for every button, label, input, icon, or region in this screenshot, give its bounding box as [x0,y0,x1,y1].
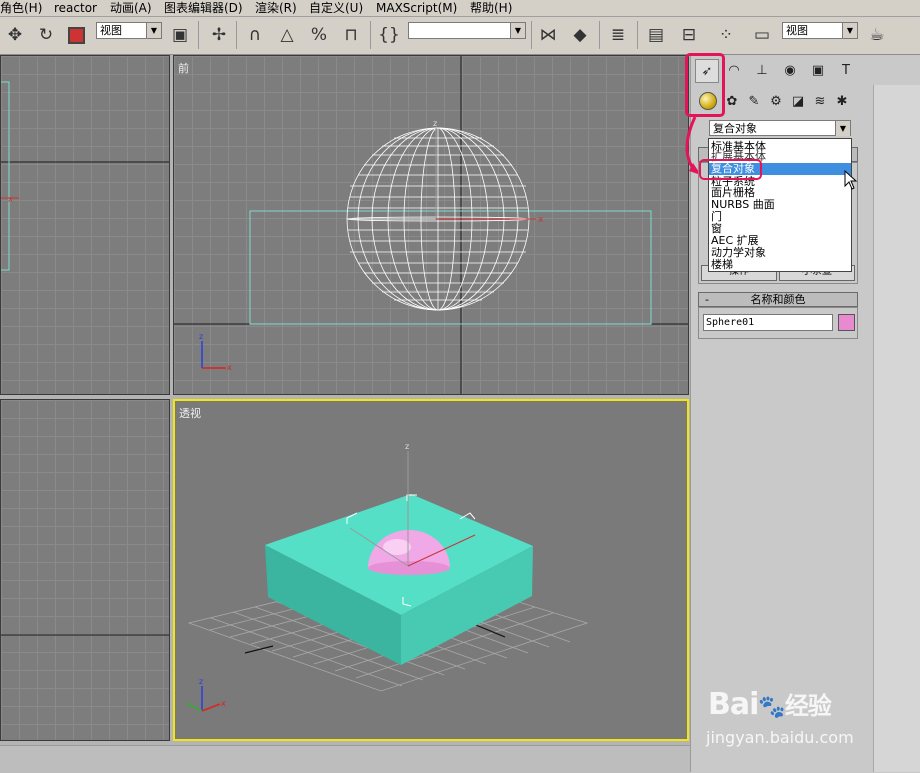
svg-text:×: × [7,195,14,204]
viewport-left[interactable] [0,399,170,741]
left-viewport-graphics [1,634,169,636]
spinner-snap-icon[interactable]: ⊓ [338,22,364,48]
pivot-gizmo: x z [433,119,544,225]
cameras-category-icon[interactable]: ⚙ [765,90,787,112]
hierarchy-tab-icon[interactable]: ⊥ [751,59,773,81]
svg-text:z: z [199,332,203,341]
object-category-select[interactable]: 复合对象 ▼ [709,120,851,136]
snap-3d-icon[interactable]: ∩ [242,22,268,48]
menu-bar: 角色(H) reactor 动画(A) 图表编辑器(D) 渲染(R) 自定义(U… [0,0,920,17]
helpers-category-icon[interactable]: ◪ [787,90,809,112]
toolbar-divider [637,21,638,49]
rollout-collapse-toggle: - [705,293,709,306]
render-scene-icon[interactable]: ▭ [749,22,775,48]
watermark-logo: Bai🐾经验 [708,687,832,722]
command-panel-scroll-area[interactable] [873,85,920,772]
viewport-front[interactable]: 前 x z z x [173,55,689,395]
svg-text:z: z [433,119,437,128]
render-view-value: 视图 [786,24,808,37]
mirror-icon[interactable]: ⋈ [535,22,561,48]
teal-box [265,494,533,665]
utilities-tab-icon[interactable]: T [835,59,857,81]
pivot-center-icon[interactable]: ▣ [167,22,193,48]
scale-icon[interactable] [63,22,89,48]
display-tab-icon[interactable]: ▣ [807,59,829,81]
chevron-down-icon: ▼ [835,121,850,136]
chevron-down-icon: ▼ [146,23,161,38]
watermark-url: jingyan.baidu.com [706,728,854,747]
edit-named-selection-icon[interactable]: {} [376,22,402,48]
mouse-cursor-icon [844,170,858,190]
command-panel: ➶ ◠ ⊥ ◉ ▣ T ✿ ✎ ⚙ ◪ ≋ ✱ 复合对象 ▼ 操作 小茶壶 标准… [685,53,920,772]
layer-manager-icon[interactable]: ≣ [605,22,631,48]
axis-tripod: z x [199,332,232,372]
tutorial-highlight-option [699,159,762,180]
time-slider-strip[interactable] [0,745,690,773]
angle-snap-icon[interactable]: △ [274,22,300,48]
toolbar-divider [599,21,600,49]
reference-coord-select[interactable]: 视图 ▼ [96,22,162,39]
menu-customize[interactable]: 自定义(U) [309,0,363,16]
menu-character[interactable]: 角色(H) [0,0,42,16]
reference-coord-value: 视图 [100,24,122,37]
chevron-down-icon: ▼ [510,23,525,38]
svg-text:z: z [199,677,203,686]
lights-category-icon[interactable]: ✎ [743,90,765,112]
svg-text:z: z [405,442,409,451]
menu-rendering[interactable]: 渲染(R) [255,0,297,16]
percent-snap-icon[interactable]: % [306,22,332,48]
systems-category-icon[interactable]: ✱ [831,90,853,112]
chevron-down-icon: ▼ [842,23,857,38]
tutorial-highlight-create [685,53,725,117]
named-selection-set-select[interactable]: ▼ [408,22,526,39]
menu-animation[interactable]: 动画(A) [110,0,152,16]
schematic-view-icon[interactable]: ⊟ [676,22,702,48]
watermark-brand-suffix: 经验 [784,692,832,720]
watermark-brand: Bai [708,687,759,722]
object-name-input[interactable] [703,314,833,331]
toolbar-divider [531,21,532,49]
object-color-swatch[interactable] [838,314,855,331]
motion-tab-icon[interactable]: ◉ [779,59,801,81]
viewport-perspective[interactable]: 透视 z z x [173,399,689,741]
menu-reactor[interactable]: reactor [54,0,97,16]
toolbar-divider [198,21,199,49]
svg-text:x: x [221,699,226,708]
object-category-value: 复合对象 [713,122,757,135]
curve-editor-icon[interactable]: ▤ [643,22,669,48]
rotate-icon[interactable]: ↻ [33,22,59,48]
main-toolbar: ✥ ↻ 视图 ▼ ▣ ✢ ∩ △ % ⊓ {} ▼ ⋈ ◆ ≣ ▤ ⊟ ⁘ ▭ … [0,17,920,55]
front-viewport-graphics: x z z x [174,56,688,394]
quick-render-teapot-icon[interactable]: ☕ [864,22,890,48]
toolbar-divider [370,21,371,49]
top-viewport-graphics: × [1,81,169,271]
align-icon[interactable]: ◆ [567,22,593,48]
menu-graph-editors[interactable]: 图表编辑器(D) [164,0,243,16]
material-editor-icon[interactable]: ⁘ [713,22,739,48]
dropdown-option[interactable]: 楼梯 [711,259,733,271]
toolbar-divider [236,21,237,49]
menu-help[interactable]: 帮助(H) [470,0,512,16]
name-color-rollout-header[interactable]: - 名称和颜色 [698,292,858,307]
svg-text:x: x [538,215,544,225]
svg-text:x: x [227,363,232,372]
viewport-top[interactable]: × [0,55,170,395]
axis-tripod: z x [185,677,226,712]
rollout-title: 名称和颜色 [750,293,806,306]
render-view-select[interactable]: 视图 ▼ [782,22,858,39]
manipulate-icon[interactable]: ✢ [206,22,232,48]
spacewarps-category-icon[interactable]: ≋ [809,90,831,112]
modify-tab-icon[interactable]: ◠ [723,59,745,81]
menu-maxscript[interactable]: MAXScript(M) [376,0,457,16]
move-icon[interactable]: ✥ [2,22,28,48]
perspective-viewport-graphics: z z x [185,442,589,712]
viewport-area: × 前 x z z x 透视 z z x [0,55,690,745]
